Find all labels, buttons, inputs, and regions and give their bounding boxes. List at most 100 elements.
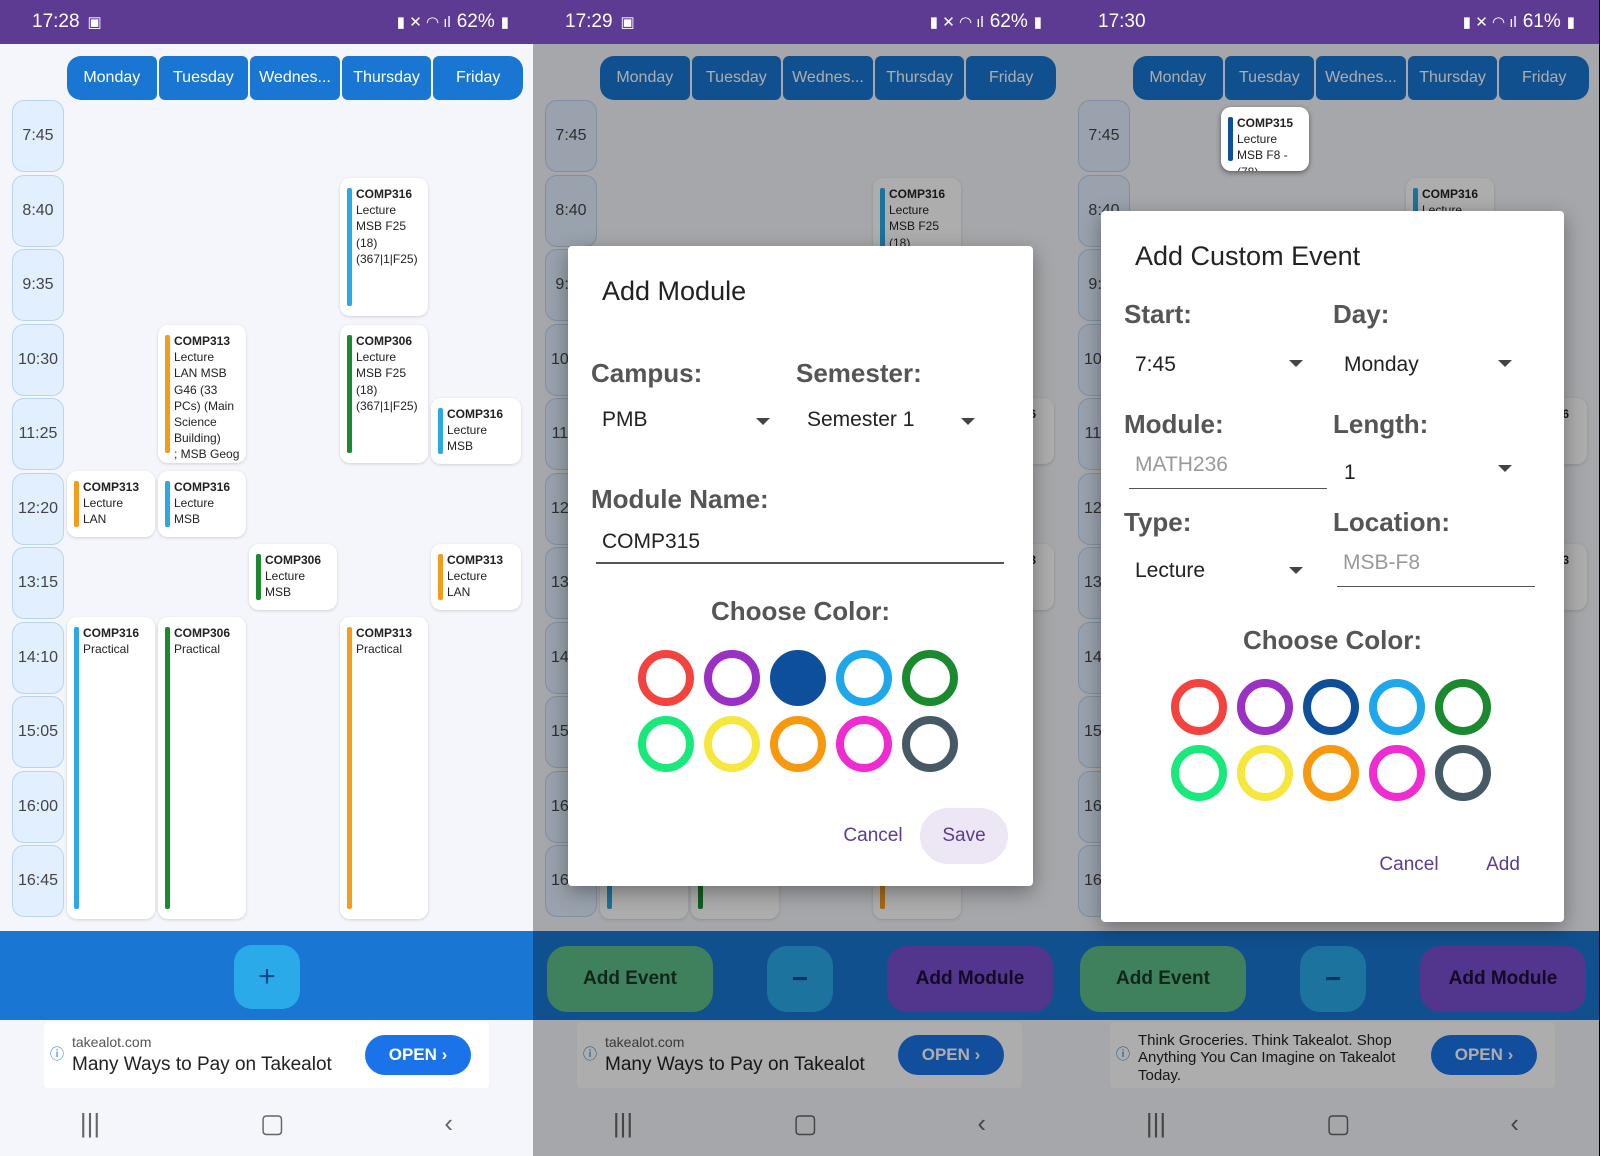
status-time: 17:30 — [1098, 11, 1146, 32]
event-details: Lecture MSB — [447, 423, 488, 454]
signal-icons: ▮ ✕ ◠ ıl — [1462, 14, 1517, 31]
color-option[interactable] — [770, 716, 826, 772]
chevron-down-icon[interactable] — [1498, 360, 1512, 367]
length-select[interactable]: 1 — [1344, 461, 1356, 485]
day-select[interactable]: Monday — [1344, 353, 1419, 377]
color-option[interactable] — [1171, 679, 1227, 735]
dialog-title: Add Custom Event — [1135, 241, 1361, 271]
time-slot: 9:35 — [12, 249, 64, 321]
battery-level: 61% — [1522, 11, 1561, 32]
color-option[interactable] — [1435, 679, 1491, 735]
event-details: Lecture LAN — [83, 496, 124, 527]
day-tab[interactable]: Friday — [433, 56, 523, 100]
event-card[interactable]: COMP306 Lecture MSB F25 (18) (367|1|F25) — [340, 325, 428, 463]
ad-banner[interactable]: ⓘ takealot.com Many Ways to Pay on Takea… — [44, 1022, 489, 1088]
start-label: Start: — [1124, 299, 1192, 329]
event-card[interactable]: COMP316 Practical — [67, 617, 155, 919]
event-card[interactable]: COMP316 Lecture MSB — [158, 471, 246, 537]
add-button[interactable]: Add — [1473, 845, 1533, 885]
color-option[interactable] — [1303, 745, 1359, 801]
event-card[interactable]: COMP306 Practical — [158, 617, 246, 919]
event-card[interactable]: COMP313 Lecture LAN MSB G46 (33 PCs) (Mai… — [158, 325, 246, 463]
event-code: COMP316 — [174, 480, 231, 494]
event-color-bar — [1228, 117, 1233, 161]
color-option[interactable] — [836, 716, 892, 772]
event-card[interactable]: COMP316 Lecture MSB — [431, 398, 521, 464]
chevron-down-icon[interactable] — [1498, 465, 1512, 472]
time-slot: 8:40 — [12, 174, 64, 247]
time-slot: 10:30 — [12, 323, 64, 396]
event-code: COMP315 — [1237, 116, 1294, 130]
info-icon[interactable]: ⓘ — [50, 1044, 64, 1064]
module-name-label: Module Name: — [591, 484, 769, 514]
chevron-down-icon[interactable] — [961, 418, 975, 425]
color-option[interactable] — [902, 716, 958, 772]
event-card[interactable]: COMP313 Lecture LAN — [431, 544, 521, 610]
cancel-button[interactable]: Cancel — [833, 816, 913, 856]
color-option[interactable] — [1303, 679, 1359, 735]
color-option[interactable] — [638, 650, 694, 706]
chevron-down-icon[interactable] — [1289, 567, 1303, 574]
day-tab[interactable]: Tuesday — [158, 56, 249, 100]
ad-text: Many Ways to Pay on Takealot — [72, 1054, 332, 1075]
time-column: 7:45 8:40 9:35 10:30 11:25 12:20 13:15 1… — [12, 100, 64, 920]
color-option[interactable] — [704, 650, 760, 706]
color-option[interactable] — [1237, 745, 1293, 801]
event-code: COMP316 — [447, 407, 504, 421]
color-option[interactable] — [1435, 745, 1491, 801]
event-details: Lecture LAN MSB G46 (33 PCs) (Main Scien… — [174, 350, 240, 462]
cancel-button[interactable]: Cancel — [1369, 845, 1449, 885]
start-select[interactable]: 7:45 — [1135, 353, 1176, 377]
color-option[interactable] — [1369, 679, 1425, 735]
dialog-title: Add Module — [602, 276, 747, 306]
color-option[interactable] — [770, 650, 826, 706]
custom-event-card-highlight[interactable]: COMP315 Lecture MSB F8 - (78) — [1221, 107, 1309, 171]
day-tab[interactable]: Thursday — [341, 56, 432, 100]
event-card[interactable]: COMP316 Lecture MSB F25 (18) (367|1|F25) — [340, 178, 428, 316]
event-code: COMP306 — [356, 334, 413, 348]
event-color-bar — [74, 481, 79, 527]
ad-open-button[interactable]: OPEN › — [365, 1035, 471, 1075]
color-option[interactable] — [1171, 745, 1227, 801]
campus-select[interactable]: PMB — [602, 408, 648, 432]
event-code: COMP316 — [356, 187, 413, 201]
type-select[interactable]: Lecture — [1135, 559, 1205, 583]
add-fab-button[interactable]: + — [234, 945, 300, 1009]
location-label: Location: — [1333, 507, 1450, 537]
event-card[interactable]: COMP313 Practical — [340, 617, 428, 919]
event-color-bar — [347, 188, 352, 306]
event-color-bar — [438, 554, 443, 600]
semester-select[interactable]: Semester 1 — [807, 408, 914, 432]
chevron-down-icon[interactable] — [756, 418, 770, 425]
event-code: COMP313 — [447, 553, 504, 567]
campus-label: Campus: — [591, 358, 703, 388]
color-option[interactable] — [1237, 679, 1293, 735]
phone-add-custom-event: 17:30 ▮ ✕ ◠ ıl 61% ▮ Monday Tuesday Wednes… — [1066, 0, 1599, 1156]
location-input[interactable]: MSB-F8 — [1337, 551, 1535, 587]
module-input[interactable]: MATH236 — [1129, 453, 1327, 489]
color-option[interactable] — [638, 716, 694, 772]
day-tab[interactable]: Wednes... — [250, 56, 340, 100]
color-option[interactable] — [902, 650, 958, 706]
home-icon[interactable]: ▢ — [260, 1108, 285, 1139]
battery-level: 62% — [989, 11, 1028, 32]
event-card[interactable]: COMP306 Lecture MSB — [249, 544, 337, 610]
time-slot: 11:25 — [12, 398, 64, 470]
event-card[interactable]: COMP313 Lecture LAN — [67, 471, 155, 537]
day-tab[interactable]: Monday — [67, 56, 157, 100]
type-label: Type: — [1124, 507, 1192, 537]
time-slot: 16:00 — [12, 770, 64, 843]
color-option[interactable] — [836, 650, 892, 706]
time-slot: 16:45 — [12, 845, 64, 917]
event-details: Lecture LAN — [447, 569, 488, 600]
module-name-input[interactable]: COMP315 — [596, 530, 1004, 564]
color-option[interactable] — [1369, 745, 1425, 801]
event-color-bar — [74, 627, 79, 909]
status-time: 17:29 — [565, 11, 613, 32]
color-option[interactable] — [704, 716, 760, 772]
chevron-down-icon[interactable] — [1289, 360, 1303, 367]
save-button[interactable]: Save — [920, 808, 1008, 864]
event-code: COMP306 — [265, 553, 322, 567]
back-icon[interactable]: ‹ — [444, 1108, 453, 1139]
recent-apps-icon[interactable]: ||| — [80, 1108, 100, 1139]
